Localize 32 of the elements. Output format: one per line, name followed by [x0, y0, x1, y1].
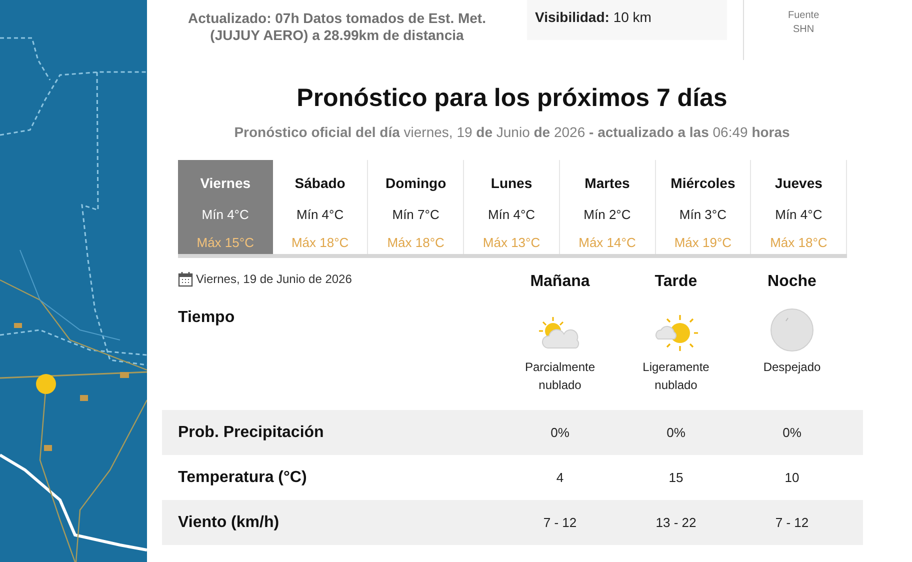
row-label: Viento (km/h)	[178, 512, 280, 532]
table-cell-text: 13 - 22	[656, 514, 696, 532]
row-label: Prob. Precipitación	[178, 422, 325, 442]
table-cell-text: 0%	[782, 424, 802, 442]
source-value: SHN	[793, 23, 814, 37]
date-text: Viernes, 19 de Junio de 2026	[196, 271, 352, 288]
table-cell-text: 0%	[666, 424, 686, 442]
station-update-note: Actualizado: 07h Datos tomados de Est. Met. (JUJUY AERO) a 28.99km de distancia	[187, 10, 487, 45]
table-cell-text: 10	[784, 468, 800, 487]
condition-text: Ligeramente nublado	[642, 359, 710, 394]
day-tab[interactable]: Viernes Mín 4°C Máx 15°C	[178, 160, 273, 254]
forecast-title: Pronóstico para los próximos 7 días	[296, 83, 728, 113]
period-heading: Noche	[768, 272, 816, 288]
source-label: Fuente	[788, 9, 820, 23]
table-cell-text: 15	[668, 468, 684, 487]
condition-text: Despejado	[762, 359, 822, 376]
table-cell-text: 7 - 12	[543, 514, 577, 532]
day-tab[interactable]: Miércoles Mín 3°C Máx 19°C	[656, 160, 752, 254]
sun-with-cloud-icon	[654, 314, 698, 352]
condition-text: Parcialmente nublado	[524, 359, 596, 394]
calendar-icon	[178, 272, 193, 286]
table-cell-text: 7 - 12	[775, 514, 809, 532]
period-heading: Mañana	[530, 272, 590, 288]
table-cell-text: 4	[556, 468, 564, 487]
row-label: Tiempo	[178, 308, 235, 328]
table-cell-text: 0%	[550, 424, 570, 442]
moon-icon	[770, 308, 814, 352]
visibility-text: Visibilidad: 10 km	[535, 9, 652, 25]
day-tab[interactable]: Sábado Mín 4°C Máx 18°C	[272, 160, 368, 254]
forecast-subtitle: Pronóstico oficial del día viernes, 19 de Junio de 2026 - actualizado a las 06:49 horas	[233, 123, 791, 142]
row-label: Temperatura (°C)	[178, 468, 308, 488]
period-heading: Tarde	[654, 272, 698, 288]
